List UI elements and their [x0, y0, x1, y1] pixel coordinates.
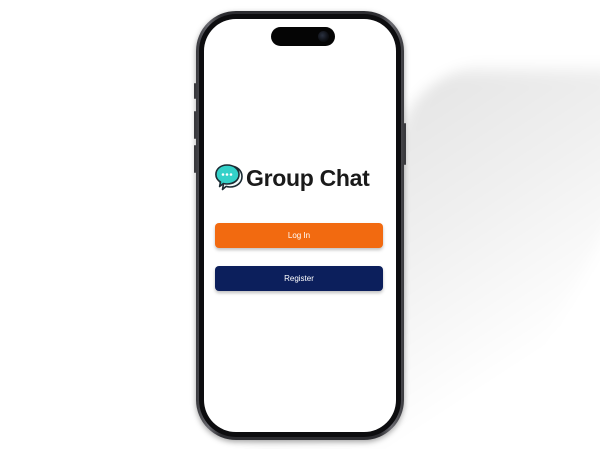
- dynamic-island: [271, 27, 335, 46]
- login-button[interactable]: Log In: [215, 223, 383, 248]
- register-button-label: Register: [284, 274, 314, 283]
- phone-bezel: Group Chat Log In Register: [199, 14, 401, 437]
- phone-volume-down-button: [194, 145, 196, 173]
- register-button[interactable]: Register: [215, 266, 383, 291]
- phone-frame: Group Chat Log In Register: [194, 11, 406, 440]
- phone-action-button: [194, 83, 196, 99]
- app-brand: Group Chat: [215, 161, 395, 195]
- phone-volume-up-button: [194, 111, 196, 139]
- front-camera: [318, 31, 329, 42]
- phone-power-button: [404, 123, 406, 165]
- app-screen: Group Chat Log In Register: [204, 19, 396, 432]
- app-title: Group Chat: [246, 164, 370, 191]
- login-button-label: Log In: [287, 231, 311, 240]
- chat-bubbles-icon: [215, 164, 243, 191]
- mockup-stage: Group Chat Log In Register: [0, 0, 600, 449]
